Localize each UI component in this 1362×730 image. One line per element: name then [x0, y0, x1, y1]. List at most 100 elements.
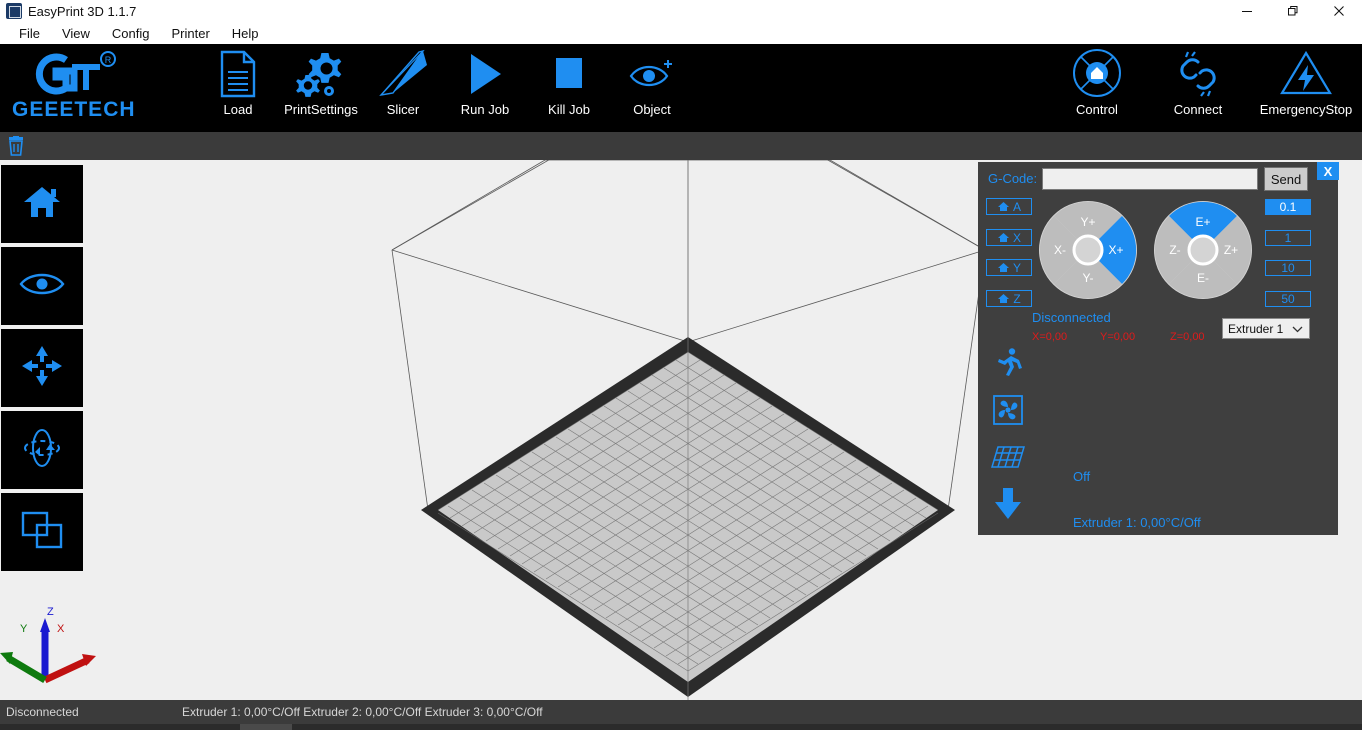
menu-printer[interactable]: Printer — [160, 24, 220, 43]
runner-icon — [990, 345, 1026, 379]
down-arrow-icon — [990, 487, 1026, 521]
eye-icon — [18, 268, 66, 305]
home-y-label: Y — [1012, 260, 1021, 275]
jog-z-plus-label: Z+ — [1224, 243, 1238, 257]
house-icon — [997, 263, 1009, 272]
status-temperatures: Extruder 1: 0,00°C/Off Extruder 2: 0,00°… — [182, 705, 543, 719]
os-taskbar-strip — [0, 724, 1362, 730]
chevron-down-icon — [1292, 322, 1303, 336]
left-tool-home-view[interactable] — [1, 165, 83, 243]
toolbar-runjob[interactable]: Run Job — [437, 48, 533, 128]
menu-file[interactable]: File — [8, 24, 51, 43]
minimize-button[interactable] — [1224, 0, 1270, 22]
step-10-button[interactable]: 10 — [1265, 260, 1311, 276]
home-x-button[interactable]: X — [986, 229, 1032, 246]
stop-square-icon — [547, 48, 591, 100]
house-icon — [997, 233, 1009, 242]
home-all-label: A — [1012, 199, 1021, 214]
panel-close-button[interactable]: X — [1317, 162, 1339, 180]
fan-icon — [990, 393, 1026, 427]
bed-slider-row: 55 — [978, 441, 1338, 491]
xy-jog-wheel[interactable]: Y+ Y- X- X+ — [1038, 198, 1138, 302]
left-tool-scale[interactable] — [1, 493, 83, 571]
eye-plus-icon — [627, 48, 677, 100]
svg-text:X: X — [57, 623, 65, 635]
toolbar-connect[interactable]: Connect — [1150, 48, 1246, 128]
title-bar: EasyPrint 3D 1.1.7 — [0, 0, 1362, 22]
menu-bar: File View Config Printer Help — [0, 22, 1362, 44]
home-all-button[interactable]: A — [986, 198, 1032, 215]
house-icon — [997, 202, 1009, 211]
fan-slider-row: 100 — [978, 393, 1338, 443]
emergency-stop-icon — [1278, 48, 1334, 100]
toolbar-load-label: Load — [223, 102, 253, 117]
toolbar-control-label: Control — [1076, 102, 1118, 117]
step-0-1-button[interactable]: 0.1 — [1265, 199, 1311, 215]
home-z-label: Z — [1013, 291, 1021, 306]
coord-y: Y=0,00 — [1100, 331, 1136, 343]
main-toolbar: R GEEETECH Load PrintSettings Slicer Run… — [0, 44, 1362, 132]
extruder-status-label: Extruder 1: 0,00°C/Off — [1073, 515, 1201, 530]
toolbar-runjob-label: Run Job — [460, 102, 510, 117]
toolbar-load[interactable]: Load — [190, 48, 286, 128]
gcode-input[interactable] — [1042, 168, 1258, 190]
left-tool-rotate[interactable] — [1, 411, 83, 489]
close-button[interactable] — [1316, 0, 1362, 22]
bed-status-label: Off — [1073, 469, 1091, 484]
move-arrows-icon — [20, 344, 64, 393]
jog-y-plus-label: Y+ — [1080, 215, 1095, 229]
restore-button[interactable] — [1270, 0, 1316, 22]
send-button[interactable]: Send — [1264, 167, 1308, 191]
toolbar-control[interactable]: Control — [1049, 48, 1145, 128]
left-tool-view-mode[interactable] — [1, 247, 83, 325]
step-1-button[interactable]: 1 — [1265, 230, 1311, 246]
sub-toolbar — [0, 132, 1362, 160]
brand-name: GEEETECH — [12, 98, 136, 121]
toolbar-killjob[interactable]: Kill Job — [521, 48, 617, 128]
extruder-select-value: Extruder 1 — [1228, 321, 1284, 336]
menu-view[interactable]: View — [51, 24, 101, 43]
left-tool-move[interactable] — [1, 329, 83, 407]
toolbar-slicer-label: Slicer — [386, 102, 420, 117]
window-controls — [1224, 0, 1362, 22]
geeetech-logo: R GEEETECH — [12, 50, 136, 124]
toolbar-printsettings-label: PrintSettings — [284, 102, 358, 117]
toolbar-emergencystop[interactable]: EmergencyStop — [1251, 48, 1361, 128]
extruder-select[interactable]: Extruder 1 — [1222, 318, 1310, 339]
home-y-button[interactable]: Y — [986, 259, 1032, 276]
jog-y-minus-label: Y- — [1083, 271, 1094, 285]
svg-text:Z: Z — [47, 606, 54, 618]
jog-x-minus-label: X- — [1054, 243, 1066, 257]
control-wheel-icon — [1069, 48, 1125, 100]
menu-config[interactable]: Config — [101, 24, 161, 43]
window-title: EasyPrint 3D 1.1.7 — [28, 3, 137, 19]
panel-connection-status: Disconnected — [1032, 310, 1111, 325]
status-connection: Disconnected — [6, 705, 79, 719]
taskbar-active-item[interactable] — [240, 724, 292, 730]
toolbar-object[interactable]: Object — [604, 48, 700, 128]
ze-jog-wheel[interactable]: E+ E- Z- Z+ — [1153, 198, 1253, 302]
svg-text:Y: Y — [20, 623, 28, 635]
cube-icon — [6, 3, 22, 19]
trash-icon[interactable] — [4, 132, 28, 160]
status-bar: Disconnected Extruder 1: 0,00°C/Off Extr… — [0, 700, 1362, 724]
house-icon — [20, 182, 64, 227]
gcode-label: G-Code: — [988, 171, 1038, 186]
home-z-button[interactable]: Z — [986, 290, 1032, 307]
document-icon — [218, 48, 258, 100]
scale-squares-icon — [20, 510, 64, 555]
slicer-knife-icon — [375, 48, 431, 100]
coord-x: X=0,00 — [1032, 331, 1068, 343]
house-icon — [998, 294, 1010, 303]
toolbar-emergencystop-label: EmergencyStop — [1259, 102, 1353, 117]
step-50-button[interactable]: 50 — [1265, 291, 1311, 307]
coord-z: Z=0,00 — [1170, 331, 1205, 343]
jog-x-plus-label: X+ — [1108, 243, 1123, 257]
toolbar-object-label: Object — [633, 102, 671, 117]
feedrate-slider-row: 100 — [978, 345, 1338, 395]
svg-text:R: R — [105, 55, 112, 65]
menu-help[interactable]: Help — [221, 24, 270, 43]
gears-icon — [295, 48, 347, 100]
toolbar-killjob-label: Kill Job — [548, 102, 590, 117]
toolbar-connect-label: Connect — [1173, 102, 1223, 117]
